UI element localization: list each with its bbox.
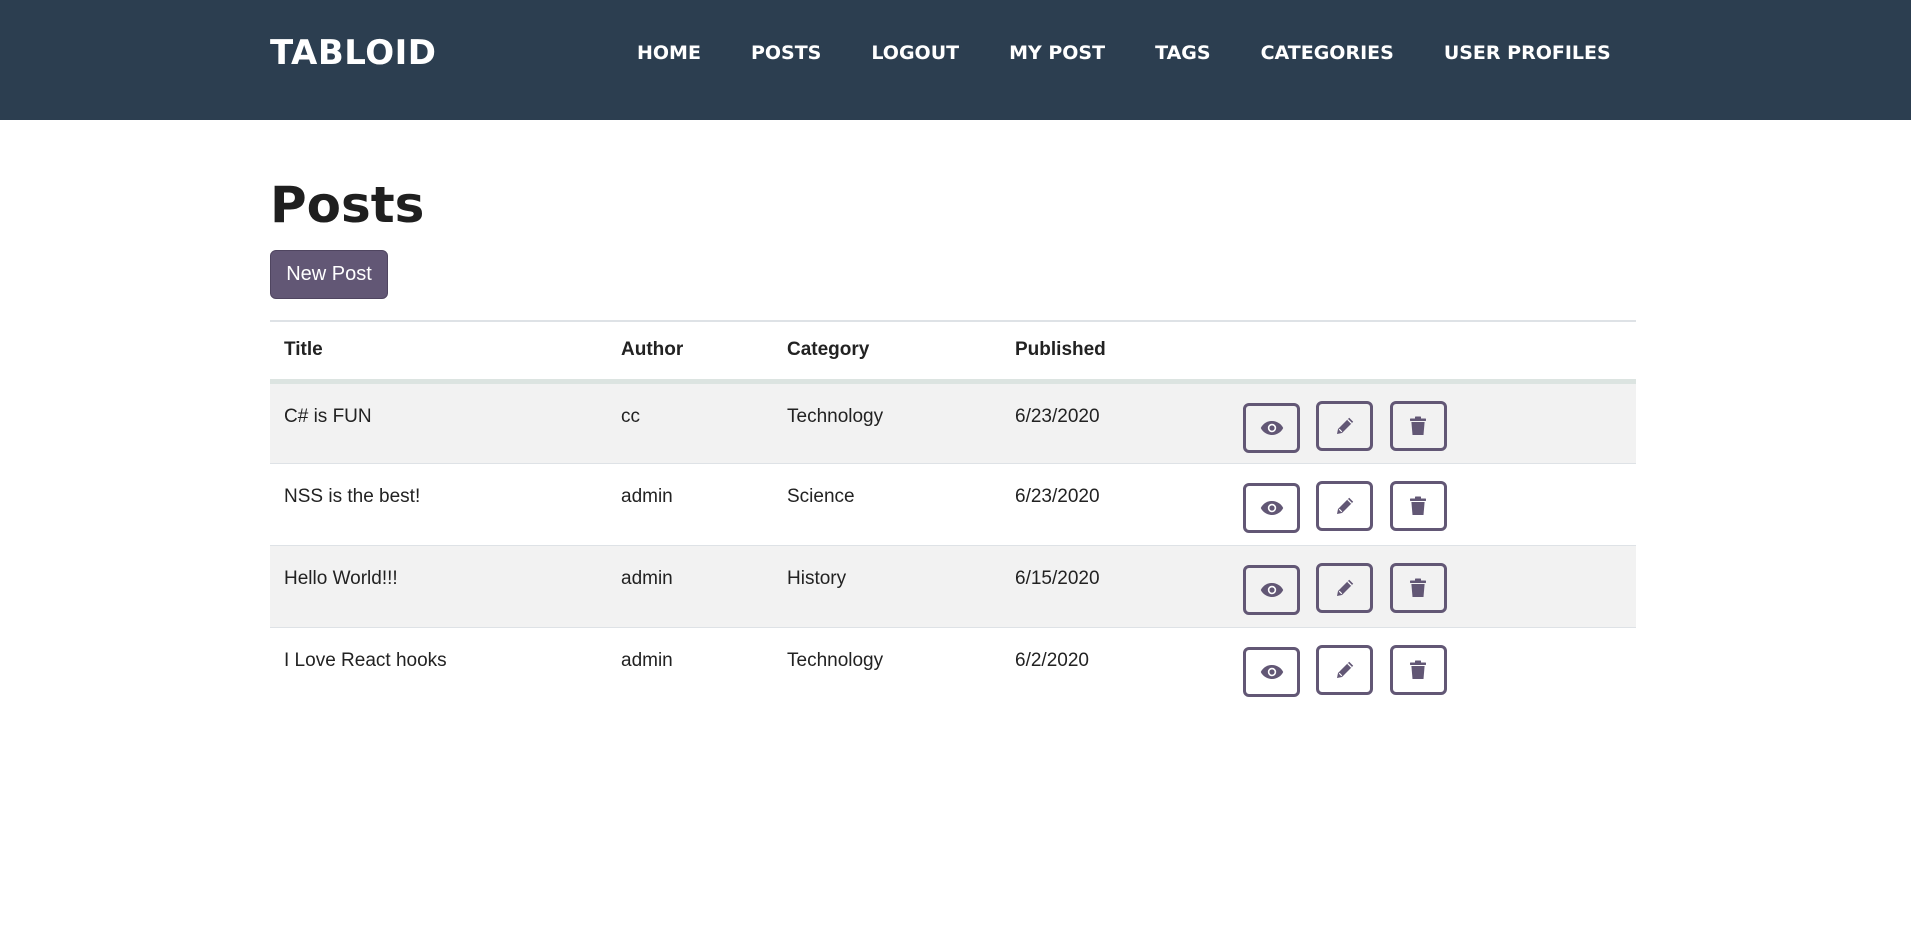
post-title: I Love React hooks	[284, 649, 447, 671]
edit-post-button[interactable]	[1316, 562, 1374, 613]
nav-link-logout[interactable]: LOGOUT	[846, 42, 984, 64]
pencil-icon	[1336, 417, 1353, 434]
trash-icon	[1410, 496, 1427, 515]
nav-link-home[interactable]: HOME	[620, 42, 726, 64]
nav-link-tags[interactable]: TAGS	[1130, 42, 1235, 64]
trash-icon	[1410, 416, 1427, 435]
delete-post-button[interactable]	[1389, 480, 1447, 531]
post-category: Technology	[787, 649, 884, 671]
post-category: Technology	[787, 405, 884, 427]
edit-post-button[interactable]	[1316, 480, 1374, 531]
nav-links: HOME POSTS LOGOUT MY POST TAGS CATEGORIE…	[620, 42, 1636, 64]
post-category: Science	[787, 485, 855, 507]
post-title: Hello World!!!	[284, 567, 398, 589]
post-author: cc	[621, 405, 640, 427]
column-header-published: Published	[1015, 339, 1106, 361]
top-navbar: TABLOID HOME POSTS LOGOUT MY POST TAGS C…	[0, 0, 1911, 120]
pencil-icon	[1336, 497, 1353, 514]
eye-icon	[1260, 664, 1283, 679]
post-author: admin	[621, 485, 673, 507]
post-author: admin	[621, 567, 673, 589]
post-category: History	[787, 567, 847, 589]
view-post-button[interactable]	[1243, 564, 1300, 615]
nav-link-posts[interactable]: POSTS	[726, 42, 846, 64]
page-title: Posts	[270, 176, 425, 234]
nav-link-user-profiles[interactable]: USER PROFILES	[1419, 42, 1636, 64]
column-header-category: Category	[787, 339, 870, 361]
column-header-actions	[1229, 321, 1636, 381]
pencil-icon	[1336, 579, 1353, 596]
column-header-author: Author	[621, 339, 684, 361]
eye-icon	[1260, 420, 1283, 435]
nav-link-categories[interactable]: CATEGORIES	[1236, 42, 1419, 64]
trash-icon	[1410, 660, 1427, 679]
edit-post-button[interactable]	[1316, 644, 1374, 695]
row-actions	[1229, 381, 1636, 463]
view-post-button[interactable]	[1243, 482, 1300, 533]
post-title: NSS is the best!	[284, 485, 421, 507]
table-row: I Love React hooks admin Technology 6/2/…	[270, 627, 1636, 709]
pencil-icon	[1336, 661, 1353, 678]
post-title: C# is FUN	[284, 405, 372, 427]
post-published: 6/15/2020	[1015, 567, 1100, 589]
edit-post-button[interactable]	[1316, 400, 1374, 451]
delete-post-button[interactable]	[1389, 400, 1447, 451]
post-published: 6/23/2020	[1015, 485, 1100, 507]
post-author: admin	[621, 649, 673, 671]
table-row: C# is FUN cc Technology 6/23/2020	[270, 381, 1636, 463]
post-published: 6/2/2020	[1015, 649, 1089, 671]
trash-icon	[1410, 578, 1427, 597]
column-header-title: Title	[284, 339, 323, 361]
brand-logo[interactable]: TABLOID	[270, 33, 437, 73]
delete-post-button[interactable]	[1389, 644, 1447, 695]
row-actions	[1229, 463, 1636, 545]
view-post-button[interactable]	[1243, 646, 1300, 697]
row-actions	[1229, 627, 1636, 709]
table-row: Hello World!!! admin History 6/15/2020	[270, 545, 1636, 627]
table-row: NSS is the best! admin Science 6/23/2020	[270, 463, 1636, 545]
view-post-button[interactable]	[1243, 402, 1300, 453]
eye-icon	[1260, 582, 1283, 597]
eye-icon	[1260, 500, 1283, 515]
new-post-button[interactable]: New Post	[270, 250, 388, 299]
posts-table: Title Author Category Published C# is FU…	[270, 320, 1636, 709]
table-header-row: Title Author Category Published	[270, 321, 1636, 381]
row-actions	[1229, 545, 1636, 627]
delete-post-button[interactable]	[1389, 562, 1447, 613]
post-published: 6/23/2020	[1015, 405, 1100, 427]
nav-link-my-post[interactable]: MY POST	[984, 42, 1130, 64]
